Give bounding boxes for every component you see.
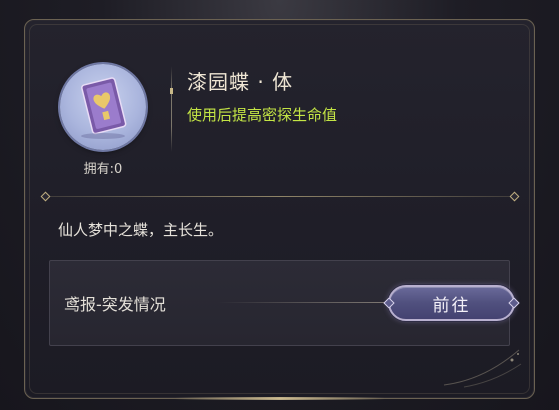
section-divider (40, 191, 520, 202)
acquire-source-row: 鸢报-突发情况 前往 (49, 260, 520, 346)
button-right-ornament (508, 297, 520, 309)
button-left-ornament (383, 297, 395, 309)
item-icon-frame (60, 64, 146, 150)
go-button-label: 前往 (432, 295, 471, 316)
divider-end-ornament (509, 191, 520, 202)
item-name: 漆园蝶 · 体 (187, 70, 294, 94)
owned-count: 拥有:0 (83, 162, 123, 177)
divider-end-ornament (40, 191, 51, 202)
bottom-glow-line (175, 397, 385, 400)
card-item-icon (81, 77, 127, 139)
vertical-divider (170, 66, 173, 152)
go-button[interactable]: 前往 (383, 285, 520, 321)
source-label: 鸢报-突发情况 (64, 295, 166, 314)
source-connector-line (218, 302, 390, 303)
flavor-text: 仙人梦中之蝶，主长生。 (58, 221, 224, 239)
item-description: 使用后提高密探生命值 (187, 106, 338, 124)
item-detail-panel: 拥有:0 漆园蝶 · 体 使用后提高密探生命值 仙人梦中之蝶，主长生。 鸢报-突… (24, 19, 535, 400)
